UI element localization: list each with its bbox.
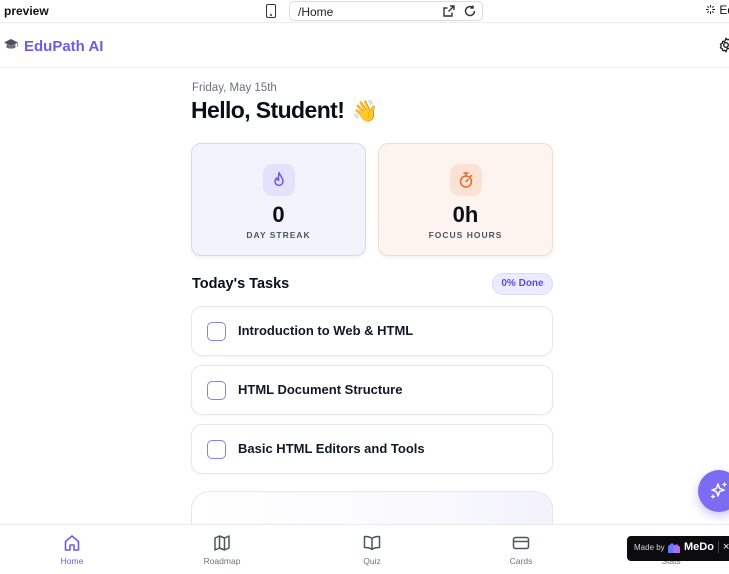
task-item[interactable]: HTML Document Structure [191, 365, 553, 415]
streak-label: DAY STREAK [246, 230, 311, 240]
edit-button[interactable]: Ed [705, 3, 729, 17]
focus-hours-value: 0h [452, 202, 479, 227]
task-checkbox[interactable] [207, 322, 226, 341]
tasks-heading: Today's Tasks [192, 276, 290, 292]
focus-hours-label: FOCUS HOURS [428, 230, 503, 240]
greeting-text: Hello, Student! [191, 97, 345, 123]
book-open-icon [363, 535, 381, 551]
brand-name[interactable]: EduPath AI [24, 38, 103, 55]
task-item[interactable]: Basic HTML Editors and Tools [191, 424, 553, 474]
credit-card-icon [512, 536, 530, 550]
streak-value: 0 [272, 202, 285, 227]
nav-label: Home [60, 556, 84, 566]
map-icon [214, 535, 230, 551]
nav-quiz[interactable]: Quiz [342, 525, 402, 574]
settings-gear-icon[interactable] [718, 37, 729, 53]
preview-label: preview [4, 4, 49, 18]
bottom-navigation: Home Roadmap Quiz Cards Stats [0, 524, 729, 573]
task-item[interactable]: Introduction to Web & HTML [191, 306, 553, 356]
flame-icon [263, 164, 295, 196]
made-by-brand: MeDo [684, 541, 714, 553]
task-label: Introduction to Web & HTML [238, 323, 414, 338]
url-text: /Home [298, 5, 334, 19]
page-title: Hello, Student! 👋 [191, 97, 378, 124]
focus-hours-card: 0h FOCUS HOURS [378, 143, 553, 256]
task-label: Basic HTML Editors and Tools [238, 441, 425, 456]
home-icon [64, 535, 80, 551]
made-by-badge[interactable]: Made by MeDo × [627, 536, 729, 561]
url-bar[interactable]: /Home [289, 1, 483, 21]
mobile-device-icon[interactable] [266, 4, 276, 18]
nav-label: Roadmap [203, 556, 241, 566]
current-date: Friday, May 15th [192, 82, 277, 94]
day-streak-card: 0 DAY STREAK [191, 143, 366, 256]
task-checkbox[interactable] [207, 381, 226, 400]
sparkle-edit-icon [705, 4, 716, 15]
ai-assistant-button[interactable] [698, 470, 729, 512]
stopwatch-icon [450, 164, 482, 196]
nav-label: Quiz [363, 556, 381, 566]
nav-home[interactable]: Home [42, 525, 102, 574]
task-checkbox[interactable] [207, 440, 226, 459]
made-by-text: Made by [634, 543, 665, 552]
preview-toolbar: preview /Home Ed [0, 0, 729, 23]
app-header: EduPath AI [0, 24, 729, 68]
medo-logo-icon [668, 543, 680, 553]
close-badge-button[interactable]: × [718, 541, 729, 553]
progress-badge: 0% Done [492, 273, 553, 295]
nav-cards[interactable]: Cards [491, 525, 551, 574]
graduation-cap-icon [4, 39, 19, 49]
waving-hand-icon: 👋 [352, 100, 378, 123]
task-label: HTML Document Structure [238, 382, 403, 397]
sparkles-icon [710, 482, 727, 499]
nav-label: Cards [509, 556, 533, 566]
open-external-icon[interactable] [442, 4, 456, 18]
nav-roadmap[interactable]: Roadmap [192, 525, 252, 574]
reload-icon[interactable] [463, 4, 477, 18]
edit-label: Ed [719, 3, 729, 17]
